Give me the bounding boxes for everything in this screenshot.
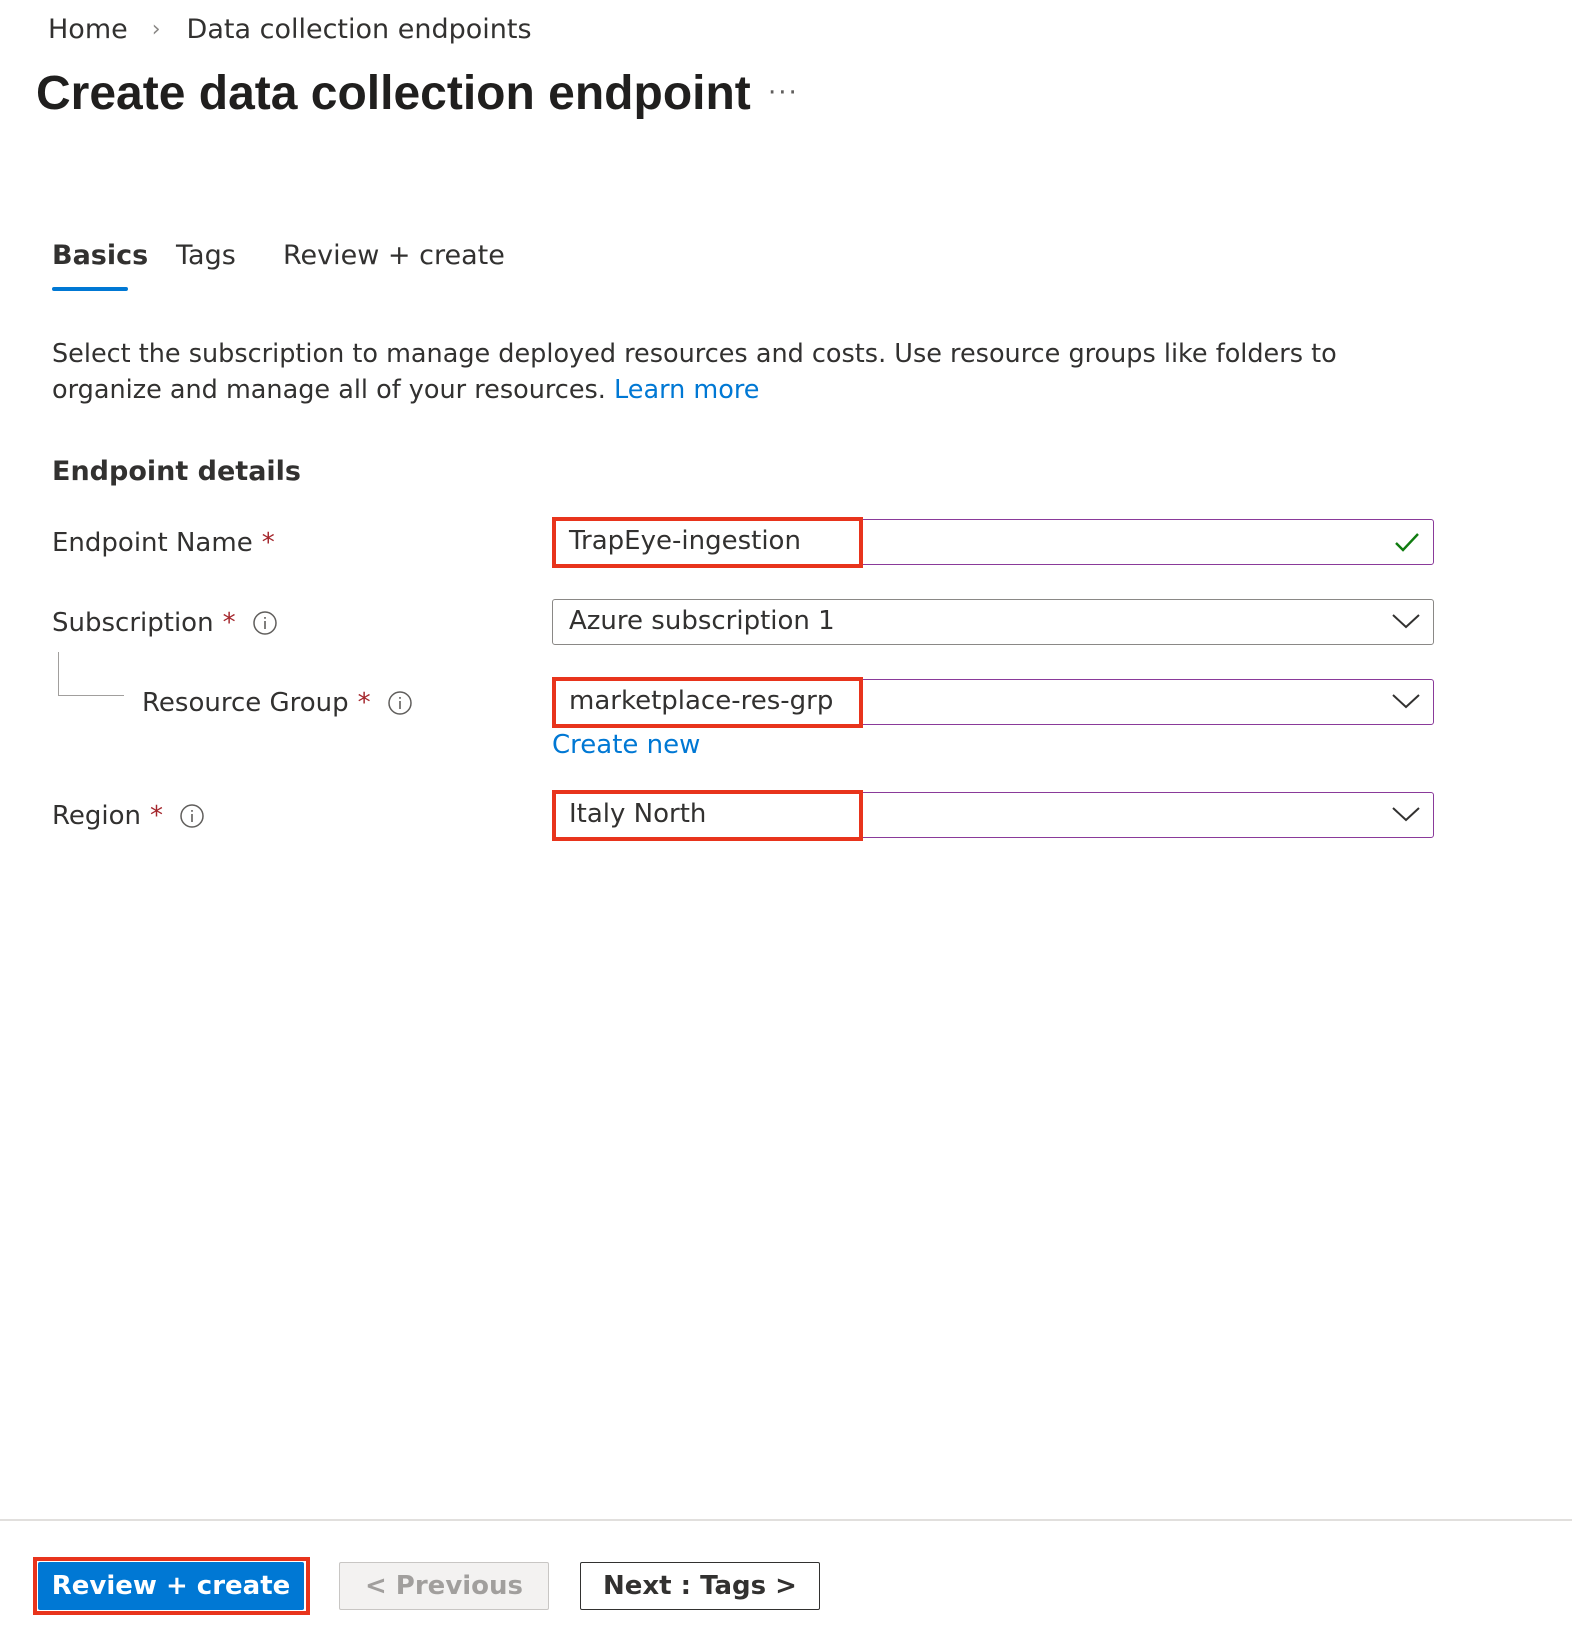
learn-more-link[interactable]: Learn more: [614, 375, 759, 405]
region-dropdown[interactable]: Italy North: [552, 792, 1434, 838]
required-indicator: *: [261, 528, 275, 558]
required-indicator: *: [357, 688, 371, 718]
breadcrumb-current[interactable]: Data collection endpoints: [187, 14, 532, 45]
resource-group-label-text: Resource Group: [142, 688, 349, 718]
tab-basics[interactable]: Basics: [52, 240, 148, 271]
chevron-down-icon: [1391, 802, 1421, 830]
more-options-icon[interactable]: ···: [768, 78, 799, 108]
required-indicator: *: [150, 801, 164, 831]
subscription-value: Azure subscription 1: [569, 606, 835, 636]
active-tab-indicator: [52, 287, 128, 291]
next-tags-button[interactable]: Next : Tags >: [580, 1562, 820, 1610]
resource-group-label: Resource Group *: [142, 688, 413, 718]
chevron-down-icon: [1391, 689, 1421, 717]
info-icon[interactable]: [252, 610, 278, 636]
breadcrumb-home[interactable]: Home: [48, 14, 128, 45]
resource-group-value: marketplace-res-grp: [569, 686, 834, 716]
breadcrumb: Home › Data collection endpoints: [48, 14, 532, 45]
previous-button[interactable]: < Previous: [339, 1562, 549, 1610]
endpoint-name-label: Endpoint Name *: [52, 528, 275, 558]
intro-description: Select the subscription to manage deploy…: [52, 336, 1432, 408]
subscription-label: Subscription *: [52, 608, 278, 638]
endpoint-name-input[interactable]: TrapEye-ingestion: [552, 519, 1434, 565]
tab-review-create[interactable]: Review + create: [283, 240, 505, 271]
subscription-label-text: Subscription: [52, 608, 214, 638]
page-title: Create data collection endpoint: [36, 67, 751, 120]
region-value: Italy North: [569, 799, 707, 829]
breadcrumb-separator-icon: ›: [151, 17, 161, 42]
section-title: Endpoint details: [52, 456, 301, 487]
required-indicator: *: [222, 608, 236, 638]
create-new-link[interactable]: Create new: [552, 730, 700, 760]
subscription-dropdown[interactable]: Azure subscription 1: [552, 599, 1434, 645]
checkmark-icon: [1393, 529, 1421, 559]
chevron-down-icon: [1391, 609, 1421, 637]
footer-divider: [0, 1519, 1572, 1521]
region-label-text: Region: [52, 801, 142, 831]
endpoint-name-value: TrapEye-ingestion: [569, 526, 801, 556]
hierarchy-connector: [58, 652, 124, 696]
tab-tags[interactable]: Tags: [176, 240, 236, 271]
info-icon[interactable]: [179, 803, 205, 829]
resource-group-dropdown[interactable]: marketplace-res-grp: [552, 679, 1434, 725]
review-create-button[interactable]: Review + create: [38, 1562, 304, 1610]
region-label: Region *: [52, 801, 205, 831]
info-icon[interactable]: [387, 690, 413, 716]
endpoint-name-label-text: Endpoint Name: [52, 528, 253, 558]
